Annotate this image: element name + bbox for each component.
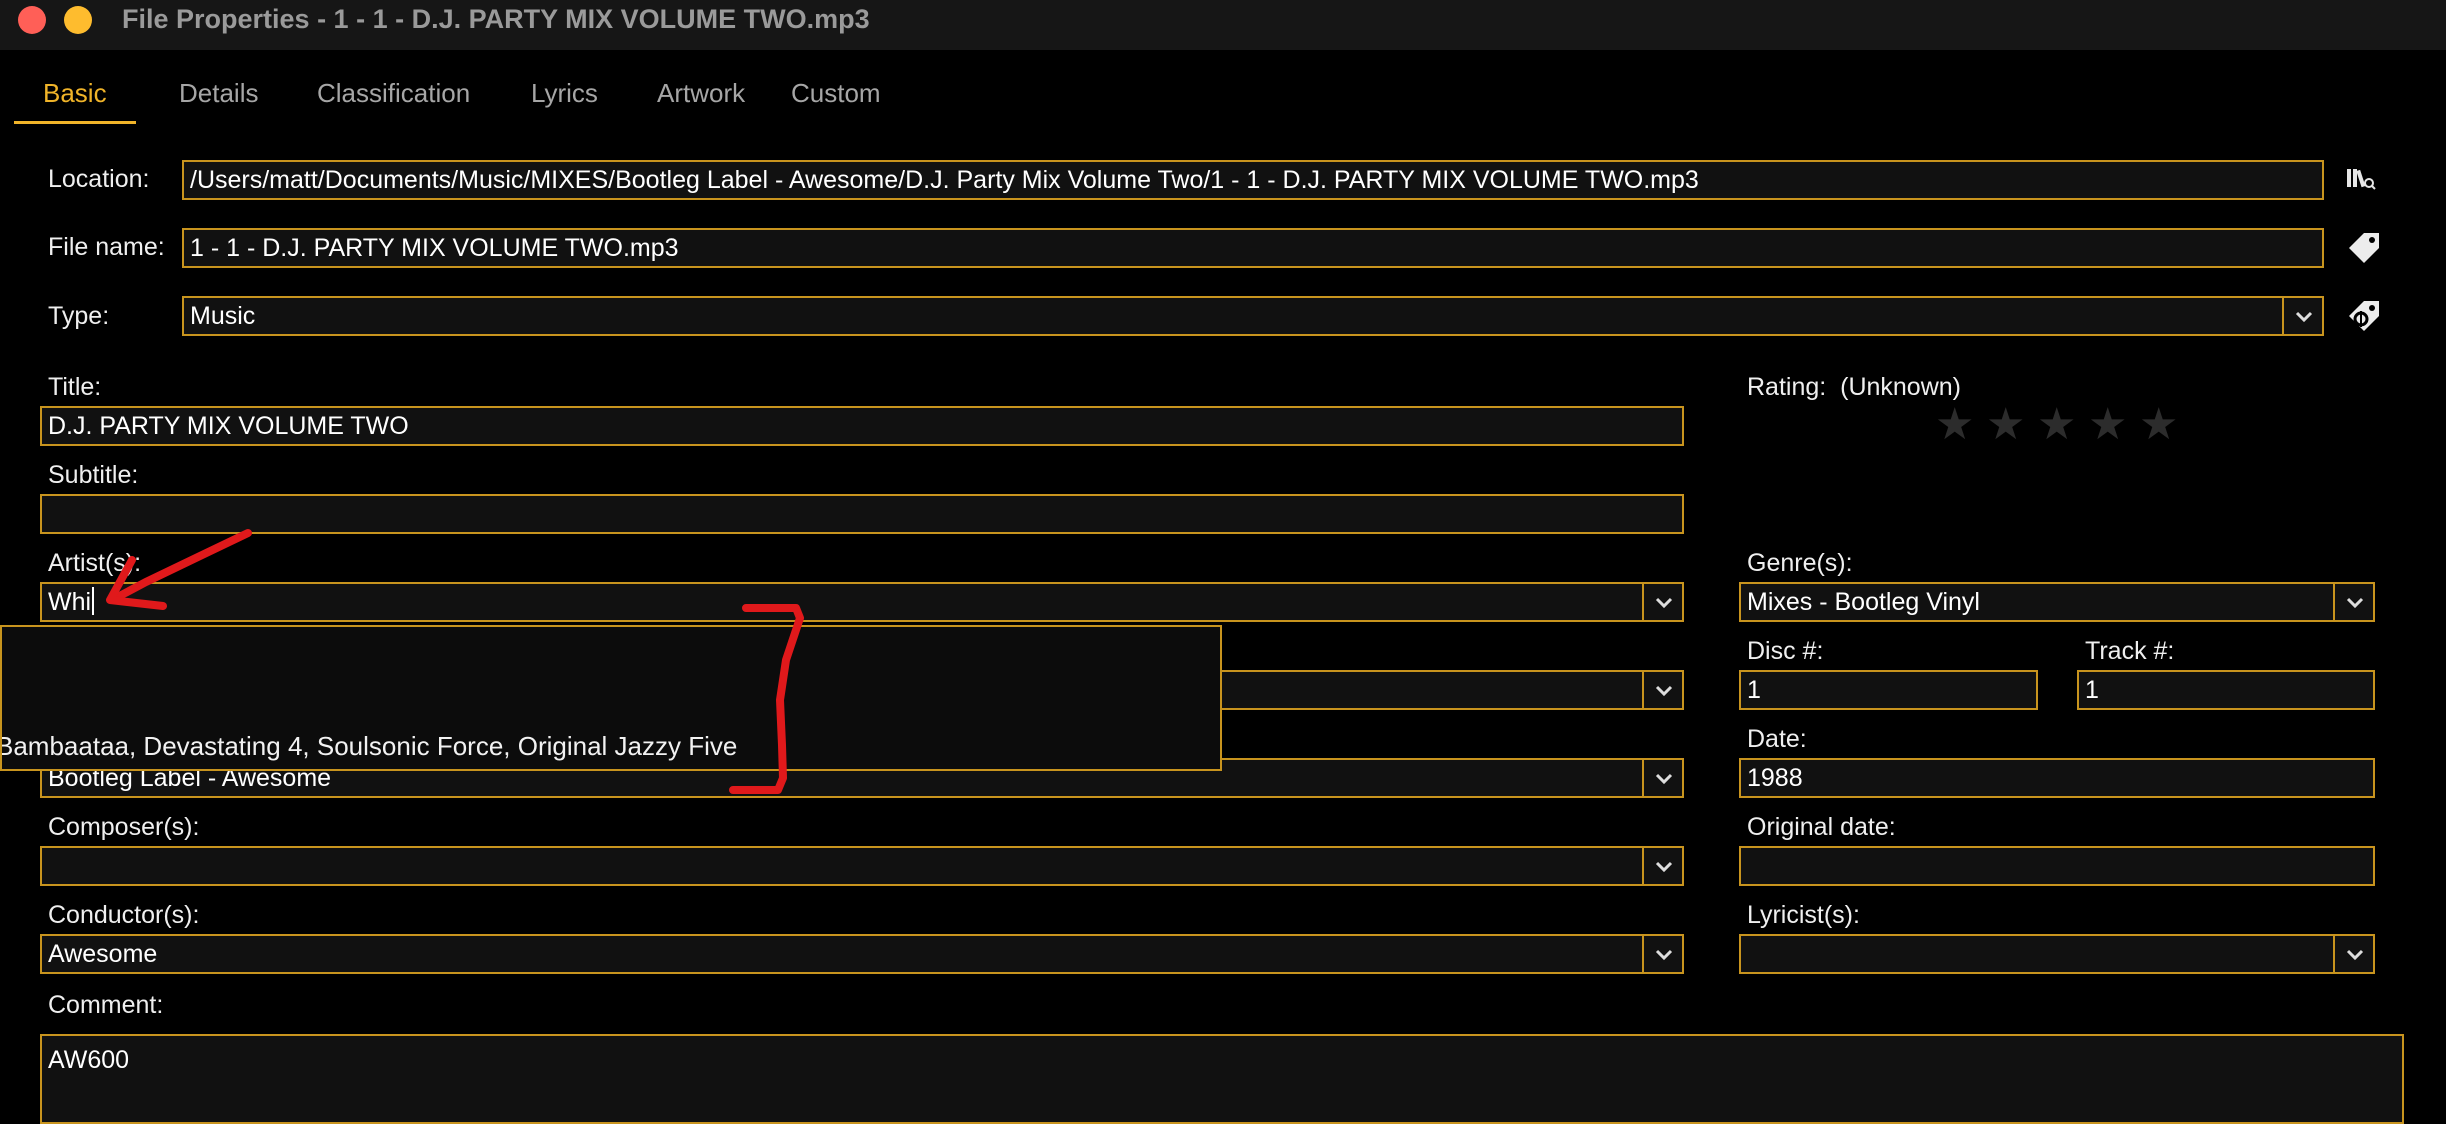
lyricists-dropdown-button[interactable] — [2333, 936, 2373, 972]
filename-label: File name: — [48, 233, 165, 261]
minimize-window-button[interactable] — [64, 6, 92, 34]
conductors-combo[interactable]: Awesome — [40, 934, 1684, 974]
filename-field[interactable]: 1 - 1 - D.J. PARTY MIX VOLUME TWO.mp3 — [182, 228, 2324, 268]
composers-combo[interactable] — [40, 846, 1684, 886]
publisher-dropdown-button[interactable] — [1642, 760, 1682, 796]
tab-artwork[interactable]: Artwork — [628, 68, 774, 124]
title-field[interactable]: D.J. PARTY MIX VOLUME TWO — [40, 406, 1684, 446]
chevron-down-icon — [1655, 949, 1673, 961]
date-field[interactable]: 1988 — [1739, 758, 2375, 798]
type-value: Music — [190, 302, 256, 330]
location-field[interactable]: /Users/matt/Documents/Music/MIXES/Bootle… — [182, 160, 2324, 200]
date-label: Date: — [1747, 725, 1807, 753]
track-label: Track #: — [2085, 637, 2175, 665]
artists-input-text: Whi — [48, 588, 92, 616]
chevron-down-icon — [1655, 597, 1673, 609]
original-date-label: Original date: — [1747, 813, 1896, 841]
tab-lyrics[interactable]: Lyrics — [502, 68, 627, 124]
type-dropdown-button[interactable] — [2282, 298, 2322, 334]
star-icon[interactable]: ★ — [2139, 403, 2178, 447]
subtitle-label: Subtitle: — [48, 461, 139, 489]
genres-label: Genre(s): — [1747, 549, 1853, 577]
album-artist-dropdown-button[interactable] — [1642, 672, 1682, 708]
artists-label: Artist(s): — [48, 549, 142, 577]
rating-value: (Unknown) — [1840, 373, 1961, 401]
title-label: Title: — [48, 373, 102, 401]
window-titlebar: File Properties - 1 - 1 - D.J. PARTY MIX… — [0, 0, 2446, 50]
tab-classification[interactable]: Classification — [288, 68, 499, 124]
autocomplete-suggestion[interactable]: Bambaataa, Devastating 4, Soulsonic Forc… — [2, 731, 737, 762]
comment-label: Comment: — [48, 991, 164, 1019]
tab-custom[interactable]: Custom — [762, 68, 910, 124]
type-select[interactable]: Music — [182, 296, 2324, 336]
tab-details[interactable]: Details — [150, 68, 287, 124]
auto-tag-icon[interactable] — [2346, 298, 2382, 339]
track-field[interactable]: 1 — [2077, 670, 2375, 710]
conductors-dropdown-button[interactable] — [1642, 936, 1682, 972]
artists-dropdown-button[interactable] — [1642, 584, 1682, 620]
star-icon[interactable]: ★ — [1986, 403, 2025, 447]
star-icon[interactable]: ★ — [2088, 403, 2127, 447]
conductors-label: Conductor(s): — [48, 901, 200, 929]
star-icon[interactable]: ★ — [2037, 403, 2076, 447]
star-icon[interactable]: ★ — [1935, 403, 1974, 447]
window-title: File Properties - 1 - 1 - D.J. PARTY MIX… — [122, 4, 870, 34]
chevron-down-icon — [2346, 597, 2364, 609]
original-date-field[interactable] — [1739, 846, 2375, 886]
chevron-down-icon — [1655, 861, 1673, 873]
composers-dropdown-button[interactable] — [1642, 848, 1682, 884]
comment-field[interactable]: AW600 — [40, 1034, 2404, 1124]
rating-label-text: Rating: — [1747, 373, 1827, 401]
chevron-down-icon — [2346, 949, 2364, 961]
lyricists-combo[interactable] — [1739, 934, 2375, 974]
location-label: Location: — [48, 165, 150, 193]
chevron-down-icon — [1655, 685, 1673, 697]
lyricists-label: Lyricist(s): — [1747, 901, 1860, 929]
disc-label: Disc #: — [1747, 637, 1824, 665]
close-window-button[interactable] — [18, 6, 46, 34]
tab-basic[interactable]: Basic — [14, 68, 136, 124]
artists-combo[interactable]: Whi — [40, 582, 1684, 622]
library-icon[interactable] — [2346, 166, 2376, 197]
text-cursor — [92, 587, 95, 615]
chevron-down-icon — [2295, 311, 2313, 323]
subtitle-field[interactable] — [40, 494, 1684, 534]
genres-dropdown-button[interactable] — [2333, 584, 2373, 620]
tag-icon[interactable] — [2346, 230, 2382, 271]
rating-label: Rating: (Unknown) — [1747, 373, 1961, 402]
genres-value: Mixes - Bootleg Vinyl — [1747, 588, 1980, 616]
disc-field[interactable]: 1 — [1739, 670, 2038, 710]
conductors-value: Awesome — [48, 940, 158, 968]
type-label: Type: — [48, 302, 110, 330]
composers-label: Composer(s): — [48, 813, 200, 841]
artist-autocomplete-popup: Bambaataa, Devastating 4, Soulsonic Forc… — [0, 625, 1222, 771]
genres-combo[interactable]: Mixes - Bootleg Vinyl — [1739, 582, 2375, 622]
chevron-down-icon — [1655, 773, 1673, 785]
